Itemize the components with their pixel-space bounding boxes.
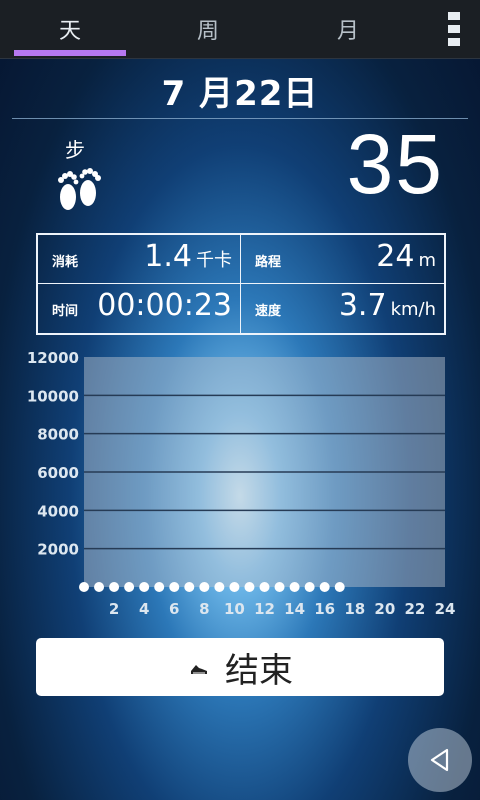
x-tick-label: 8 <box>199 600 209 618</box>
active-tab-indicator <box>14 50 126 56</box>
series-point <box>139 582 150 592</box>
series-point <box>169 582 180 592</box>
calories-unit: 千卡 <box>196 250 232 271</box>
distance-number: 24 <box>376 239 415 274</box>
series-point <box>199 582 210 592</box>
speed-cell: 速度 3.7 km/h <box>241 284 444 333</box>
calories-cell: 消耗 1.4 千卡 <box>38 235 241 284</box>
tab-bar: 天 周 月 <box>0 0 480 59</box>
distance-value: 24 m <box>376 240 436 273</box>
x-tick-label: 16 <box>314 600 335 618</box>
series-point <box>184 582 195 592</box>
series-point <box>289 582 300 592</box>
steps-chart-svg: 200040006000800010000120002 4 6 8 10 12 14 16 18… <box>27 349 456 618</box>
stats-table: 消耗 1.4 千卡 路程 24 m 时间 00:00:23 速度 3.7 km/h <box>36 233 446 335</box>
y-tick-label: 2000 <box>37 541 79 559</box>
footprints-icon <box>58 168 101 210</box>
distance-unit: m <box>418 250 436 271</box>
x-tick-label: 14 <box>284 600 305 618</box>
step-count: 35 <box>346 117 444 211</box>
distance-cell: 路程 24 m <box>241 235 444 284</box>
x-tick-label: 6 <box>169 600 179 618</box>
date-title: 7 月22日 <box>161 74 319 114</box>
calories-label: 消耗 <box>52 255 79 270</box>
calories-value: 1.4 千卡 <box>144 240 232 273</box>
time-value: 00:00:23 <box>97 288 232 323</box>
calories-number: 1.4 <box>144 239 192 274</box>
series-point <box>154 582 165 592</box>
series-point <box>109 582 120 592</box>
x-tick-label: 24 <box>435 600 456 618</box>
x-tick-label: 20 <box>374 600 395 618</box>
x-tick-label: 10 <box>224 600 245 618</box>
series-point <box>94 582 105 592</box>
distance-label: 路程 <box>255 255 282 270</box>
series-point <box>229 582 240 592</box>
series-point <box>319 582 330 592</box>
x-tick-label: 22 <box>404 600 425 618</box>
speed-label: 速度 <box>255 304 282 319</box>
y-tick-label: 8000 <box>37 426 79 444</box>
steps-label: 步 <box>65 138 85 162</box>
series-point <box>274 582 285 592</box>
x-tick-label: 4 <box>139 600 149 618</box>
y-tick-label: 6000 <box>37 464 79 482</box>
y-tick-label: 10000 <box>27 387 79 405</box>
running-shoe-icon <box>191 665 207 674</box>
x-tick-label: 12 <box>254 600 275 618</box>
steps-chart: 2000 4000 6000 8000 10000 12000 2 4 6 8 10 12 14 16 18… <box>0 343 480 630</box>
tab-week[interactable]: 周 <box>152 0 264 58</box>
y-tick-label: 12000 <box>27 349 79 367</box>
tab-month[interactable]: 月 <box>292 0 404 58</box>
time-label: 时间 <box>52 304 79 319</box>
series-point <box>244 582 255 592</box>
end-button-label: 结束 <box>225 650 293 691</box>
series-point <box>259 582 270 592</box>
speed-unit: km/h <box>390 299 436 320</box>
series-point <box>334 582 345 592</box>
overflow-menu-icon[interactable] <box>448 12 460 46</box>
end-button[interactable]: 结束 <box>36 638 444 696</box>
back-triangle-icon <box>430 748 449 772</box>
x-tick-label: 18 <box>344 600 365 618</box>
time-cell: 时间 00:00:23 <box>38 284 241 333</box>
speed-number: 3.7 <box>338 288 387 323</box>
back-button[interactable] <box>408 728 472 792</box>
x-tick-label: 2 <box>109 600 119 618</box>
y-tick-label: 4000 <box>37 502 79 520</box>
series-point <box>79 582 89 592</box>
series-point <box>214 582 225 592</box>
speed-value: 3.7 km/h <box>339 289 436 322</box>
series-point <box>304 582 315 592</box>
series-point <box>124 582 135 592</box>
